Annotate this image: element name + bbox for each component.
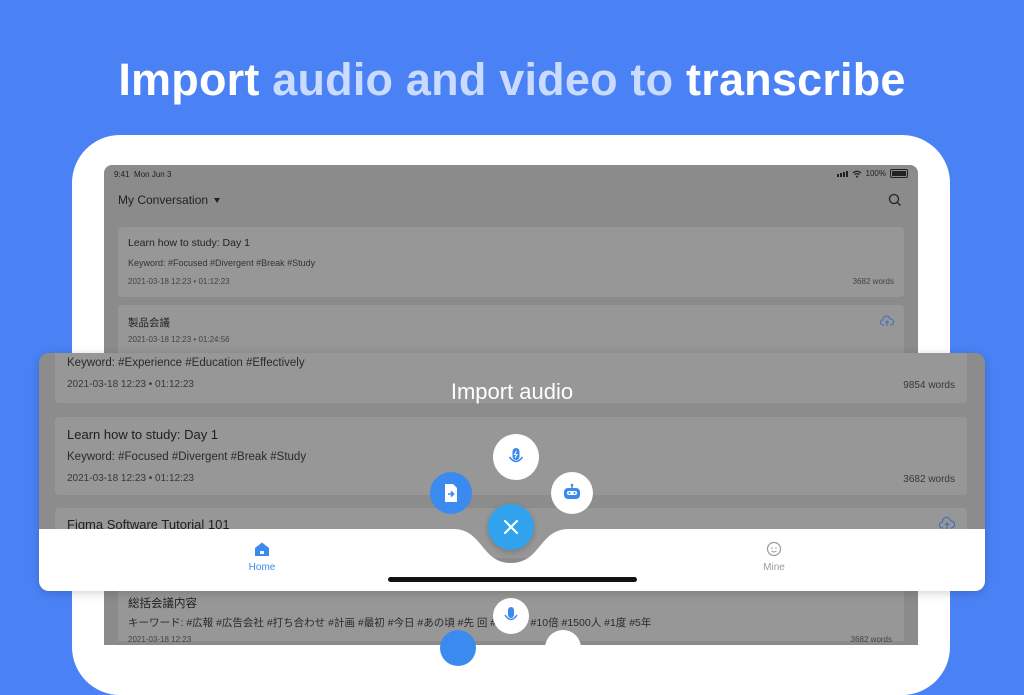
- close-button[interactable]: [488, 504, 534, 550]
- status-time: 9:41: [114, 170, 130, 179]
- tab-mine[interactable]: Mine: [744, 541, 804, 573]
- headline: Import audio and video to transcribe: [0, 54, 1024, 106]
- headline-part2: audio and video to: [272, 54, 687, 105]
- battery-icon: [890, 169, 908, 178]
- item-title: 製品会議: [128, 317, 170, 329]
- item-title: Learn how to study: Day 1: [128, 237, 250, 249]
- robot-icon: [545, 630, 581, 666]
- tab-home-label: Home: [248, 562, 276, 573]
- item-keywords: Keyword: #Focused #Divergent #Break #Stu…: [128, 258, 316, 268]
- mic-icon: [508, 448, 524, 463]
- user-face-icon: [766, 541, 782, 557]
- wifi-icon: [852, 170, 861, 178]
- conversation-title: My Conversation: [118, 193, 209, 207]
- item-keywords: Keyword: #Focused #Divergent #Break #Stu…: [67, 451, 307, 463]
- headline-part3: transcribe: [686, 54, 906, 105]
- robot-icon: [564, 483, 580, 499]
- list-item[interactable]: Learn how to study: Day 1 Keyword: #Focu…: [118, 227, 904, 297]
- import-file-button[interactable]: [430, 472, 472, 514]
- item-title: Learn how to study: Day 1: [67, 427, 219, 442]
- item-duration: 01:12:23: [198, 277, 230, 286]
- caret-down-icon: [214, 197, 221, 203]
- battery-percent: 100%: [865, 169, 886, 178]
- item-keywords: キーワード: #広報 #広告会社 #打ち合わせ #計画 #最初 #今日 #あの頃…: [128, 617, 652, 629]
- item-date: 2021-03-18 12:23: [128, 335, 192, 344]
- tab-mine-label: Mine: [763, 562, 785, 573]
- tab-home[interactable]: Home: [232, 541, 292, 573]
- item-word-count: 3682 words: [852, 277, 894, 286]
- record-audio-button[interactable]: [493, 434, 539, 480]
- close-icon: [503, 519, 519, 535]
- file-import-icon: [440, 630, 476, 666]
- status-bar: 9:41 Mon Jun 3 100%: [114, 169, 908, 183]
- item-keywords: Keyword: #Experience #Education #Effecti…: [67, 357, 305, 369]
- cloud-upload-icon[interactable]: [939, 516, 955, 530]
- item-date: 2021-03-18 12:23: [128, 277, 192, 286]
- status-date: Mon Jun 3: [134, 170, 172, 179]
- conversation-selector[interactable]: My Conversation: [118, 193, 221, 207]
- item-duration: 01:12:23: [155, 473, 194, 484]
- home-icon: [255, 542, 269, 556]
- ai-bot-button[interactable]: [551, 472, 593, 514]
- item-title: 総括会議内容: [128, 598, 197, 610]
- item-duration: 01:24:56: [198, 335, 230, 344]
- signal-icon: [836, 170, 848, 177]
- headline-part1: Import: [118, 54, 273, 105]
- item-date: 2021-03-18 12:23: [67, 473, 146, 484]
- item-word-count: 3682 words: [903, 474, 955, 485]
- search-icon[interactable]: [888, 193, 902, 207]
- file-import-icon: [445, 484, 457, 502]
- mic-icon: [493, 598, 529, 634]
- import-panel: Keyword: #Experience #Education #Effecti…: [39, 353, 985, 591]
- import-audio-label: Import audio: [450, 379, 574, 404]
- home-indicator: [388, 577, 637, 582]
- cloud-upload-icon[interactable]: [880, 315, 894, 327]
